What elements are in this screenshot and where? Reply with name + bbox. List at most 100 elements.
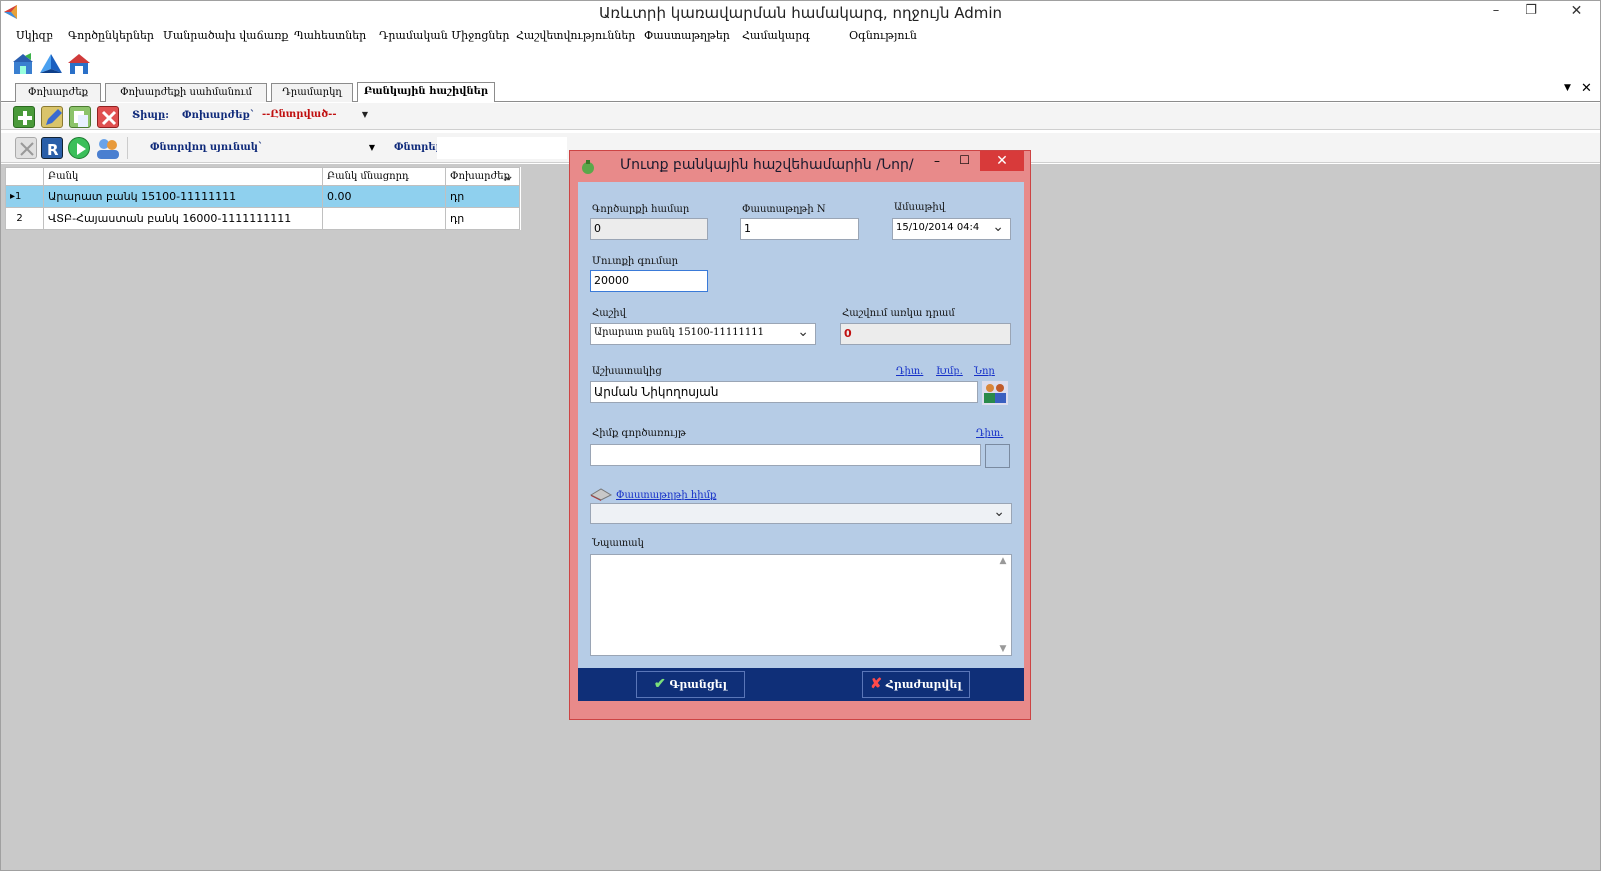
warehouse-icon[interactable] — [11, 52, 35, 76]
menu-retail[interactable]: Մանրածախ վաճառք — [163, 29, 288, 42]
menu-warehouses[interactable]: Պահեստներ — [294, 29, 366, 42]
table-row[interactable]: ▸1 Արարատ բանկ 15100-11111111 0.00 դր — [5, 185, 521, 208]
cell-bank[interactable]: Արարատ բանկ 15100-11111111 — [43, 185, 323, 208]
add-icon[interactable] — [13, 106, 35, 128]
scroll-up-icon[interactable]: ▲ — [996, 556, 1010, 566]
search-column-label: Փնտրվող սյունակ` — [150, 142, 263, 153]
menu-cash[interactable]: Դրամական Միջոցներ — [379, 29, 509, 42]
dialog-minimize-button[interactable]: – — [934, 154, 940, 168]
menu-start[interactable]: Սկիզբ — [16, 29, 53, 42]
search-input[interactable] — [437, 137, 567, 159]
column-balance[interactable]: Բանկ մնացորդ — [322, 167, 446, 186]
scroll-down-icon[interactable]: ▼ — [996, 644, 1010, 654]
menu-reports[interactable]: Հաշվետվություններ — [516, 29, 635, 42]
account-value: Արարատ բանկ 15100-11111111 — [594, 327, 764, 338]
type-filter-select[interactable]: --Ընտրված-- ▼ — [262, 107, 374, 126]
tab-exchange-rate-setup[interactable]: Փոխարժեքի սահմանում — [105, 83, 267, 102]
cell-currency[interactable]: դր — [445, 207, 520, 230]
employee-field[interactable]: Արման Նիկողոսյան — [590, 381, 978, 403]
employee-view-link[interactable]: Դիտ. — [896, 366, 923, 377]
table-row[interactable]: 2 ՎՏԲ-Հայաստան բանկ 16000-1111111111 դր — [5, 207, 521, 230]
dialog-maximize-button[interactable]: ☐ — [959, 153, 970, 167]
play-icon[interactable] — [68, 137, 90, 159]
bank-accounts-grid: Բանկ Բանկ մնացորդ Փոխարժեք ▸1 Արարատ բան… — [5, 167, 521, 230]
menu-bar: Սկիզբ Գործընկերներ Մանրածախ վաճառք Պահես… — [1, 26, 1600, 48]
close-button[interactable]: ✕ — [1553, 1, 1600, 23]
minimize-button[interactable]: – — [1482, 1, 1510, 23]
fund-view-link[interactable]: Դիտ. — [976, 428, 1003, 439]
users-icon[interactable] — [96, 137, 119, 159]
note-textarea[interactable] — [590, 554, 1012, 656]
fund-picker-button[interactable] — [985, 444, 1010, 468]
svg-text:R: R — [47, 141, 59, 159]
amount-label: Մուտքի գումար — [592, 256, 679, 267]
invoice-field[interactable]: 1 — [740, 218, 859, 240]
employee-label: Աշխատակից — [592, 366, 662, 377]
row-number: 2 — [5, 207, 44, 230]
clear-filter-icon[interactable] — [15, 137, 37, 159]
account-label: Հաշիվ — [592, 308, 626, 319]
note-label: Նպատակ — [592, 538, 644, 549]
title-bar: Առևտրի կառավարման համակարգ, ողջույն Admi… — [1, 1, 1600, 25]
employee-picker-icon[interactable] — [982, 381, 1008, 405]
checkmark-icon: ✔ — [653, 676, 666, 692]
dialog-title: Մուտք բանկային հաշվեհամարին /Նոր/ — [620, 157, 914, 173]
quick-icon-bar — [1, 49, 1600, 79]
fund-field[interactable] — [590, 444, 981, 466]
money-bag-icon — [580, 158, 596, 174]
search-column-select[interactable]: Փնտրվող սյունակ` ▼ — [127, 137, 379, 159]
menu-help[interactable]: Օգնություն — [849, 29, 917, 42]
app-window: Առևտրի կառավարման համակարգ, ողջույն Admi… — [0, 0, 1601, 871]
balance-label: Հաշվում առկա դրամ — [842, 308, 955, 319]
doc-basis-select[interactable] — [590, 503, 1012, 524]
employee-edit-link[interactable]: Խմբ. — [936, 366, 963, 377]
delete-icon[interactable] — [97, 106, 119, 128]
date-picker[interactable]: 15/10/2014 04:4 — [892, 218, 1011, 240]
record-toolbar: Տիպը: Փոխարժեք` --Ընտրված-- ▼ — [1, 103, 1600, 130]
store-icon[interactable] — [67, 52, 91, 76]
type-value: Փոխարժեք` — [182, 110, 255, 121]
dialog-title-bar: Մուտք բանկային հաշվեհամարին /Նոր/ – ☐ ✕ — [570, 151, 1030, 181]
restore-button[interactable]: ❐ — [1517, 1, 1545, 23]
cell-currency[interactable]: դր — [445, 185, 520, 208]
tab-bank-accounts[interactable]: Բանկային հաշիվներ — [357, 82, 495, 102]
cell-balance[interactable]: 0.00 — [322, 185, 446, 208]
cell-bank[interactable]: ՎՏԲ-Հայաստան բանկ 16000-1111111111 — [43, 207, 323, 230]
tab-strip: Փոխարժեք Փոխարժեքի սահմանում Դրամարկղ Բա… — [1, 80, 1600, 102]
dropdown-arrow-icon: ▼ — [361, 109, 368, 119]
type-filter-value: --Ընտրված-- — [262, 109, 337, 120]
bank-deposit-dialog: Մուտք բանկային հաշվեհամարին /Նոր/ – ☐ ✕ … — [569, 150, 1031, 720]
menu-system[interactable]: Համակարգ — [742, 29, 810, 42]
employee-new-link[interactable]: Նոր — [974, 366, 995, 377]
account-select[interactable]: Արարատ բանկ 15100-11111111 — [590, 323, 816, 345]
doc-number-field[interactable]: 0 — [590, 218, 708, 240]
dialog-close-button[interactable]: ✕ — [980, 151, 1024, 171]
cancel-button[interactable]: ✘ Հրաժարվել — [862, 671, 970, 698]
tab-cashbox[interactable]: Դրամարկղ — [271, 83, 353, 102]
dialog-body: Գործարքի համար 0 Փաստաթղթի N 1 Ամսաթիվ 1… — [578, 182, 1024, 668]
window-title: Առևտրի կառավարման համակարգ, ողջույն Admi… — [598, 4, 1003, 22]
tab-list-dropdown-icon[interactable]: ▼ — [1564, 83, 1571, 93]
note-scrollbar[interactable]: ▲ ▼ — [996, 556, 1010, 654]
copy-icon[interactable] — [69, 106, 91, 128]
type-label: Տիպը: — [132, 110, 169, 121]
refresh-icon[interactable]: R — [41, 137, 63, 159]
row-header-corner — [5, 167, 44, 186]
amount-field[interactable]: 20000 — [590, 270, 708, 292]
column-bank[interactable]: Բանկ — [43, 167, 323, 186]
pyramid-icon[interactable] — [39, 53, 63, 75]
edit-icon[interactable] — [41, 106, 63, 128]
doc-number-label: Գործարքի համար — [592, 204, 690, 215]
close-tab-icon[interactable]: ✕ — [1581, 81, 1592, 96]
save-button[interactable]: ✔ Գրանցել — [636, 671, 745, 698]
date-label: Ամսաթիվ — [894, 202, 946, 213]
tab-exchange-rate[interactable]: Փոխարժեք — [15, 83, 101, 102]
cancel-label: Հրաժարվել — [885, 678, 962, 691]
invoice-label: Փաստաթղթի N — [742, 204, 826, 215]
menu-partners[interactable]: Գործընկերներ — [68, 29, 154, 42]
menu-documents[interactable]: Փաստաթղթեր — [644, 29, 730, 42]
dialog-footer: ✔ Գրանցել ✘ Հրաժարվել — [578, 668, 1024, 701]
grid-header-row: Բանկ Բանկ մնացորդ Փոխարժեք — [5, 167, 521, 186]
cell-balance[interactable] — [322, 207, 446, 230]
doc-basis-link[interactable]: Փաստաթղթի հիմք — [616, 490, 716, 501]
